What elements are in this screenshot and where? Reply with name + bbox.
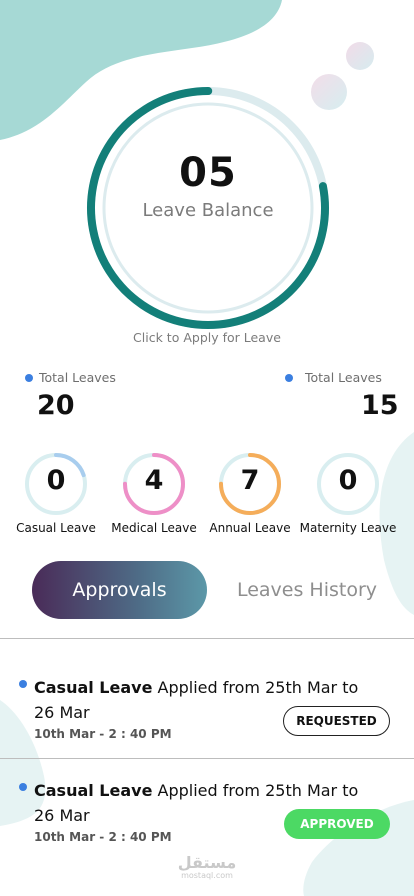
leave-type-name: Medical Leave: [111, 521, 197, 535]
divider: [0, 638, 414, 639]
total-leaves-label-text: Total Leaves: [305, 370, 382, 385]
leave-type-medical[interactable]: 4 Medical Leave: [104, 451, 204, 535]
watermark: مستقل mostaql.com: [0, 855, 414, 881]
total-leaves-label-text: Total Leaves: [39, 370, 116, 385]
leave-type-name: Casual Leave: [16, 521, 96, 535]
request-leave-type: Casual Leave: [34, 781, 153, 800]
leave-balance-value: 05: [179, 150, 237, 196]
leave-type-annual[interactable]: 7 Annual Leave: [200, 451, 300, 535]
tab-approvals[interactable]: Approvals: [32, 561, 207, 619]
total-leaves-value-left: 20: [37, 390, 75, 421]
apply-leave-link[interactable]: Click to Apply for Leave: [0, 330, 414, 345]
tab-bar: Approvals Leaves History: [32, 561, 382, 619]
leave-balance-ring[interactable]: 05 Leave Balance: [86, 86, 330, 330]
request-timestamp: 10th Mar - 2 : 40 PM: [34, 727, 172, 741]
leave-type-count: 4: [144, 465, 164, 496]
total-leaves-value-right: 15: [361, 390, 399, 421]
bullet-dot-icon: [25, 373, 33, 382]
total-leaves-label-left: Total Leaves: [25, 370, 116, 385]
leave-type-casual[interactable]: 0 Casual Leave: [6, 451, 106, 535]
leave-request-card[interactable]: Casual Leave Applied from 25th Mar to 26…: [0, 667, 414, 767]
watermark-arabic: مستقل: [177, 853, 237, 872]
decor-bubble-small: [346, 42, 374, 70]
leave-type-maternity[interactable]: 0 Maternity Leave: [298, 451, 398, 535]
bullet-dot-icon: [19, 783, 27, 791]
watermark-latin: mostaql.com: [181, 871, 233, 880]
status-badge-approved[interactable]: APPROVED: [284, 809, 390, 839]
total-leaves-label-right: Total Leaves: [285, 370, 382, 385]
divider: [0, 758, 414, 759]
leave-type-count: 0: [338, 465, 358, 496]
status-badge-requested[interactable]: REQUESTED: [283, 706, 390, 736]
request-leave-type: Casual Leave: [34, 678, 153, 697]
request-timestamp: 10th Mar - 2 : 40 PM: [34, 830, 172, 844]
bullet-dot-icon: [19, 680, 27, 688]
leave-balance-label: Leave Balance: [142, 200, 274, 221]
leave-type-count: 0: [46, 465, 66, 496]
leave-type-count: 7: [240, 465, 260, 496]
leave-type-name: Maternity Leave: [299, 521, 397, 535]
tab-leaves-history[interactable]: Leaves History: [207, 561, 407, 619]
bullet-dot-icon: [285, 373, 293, 382]
leave-type-name: Annual Leave: [209, 521, 291, 535]
